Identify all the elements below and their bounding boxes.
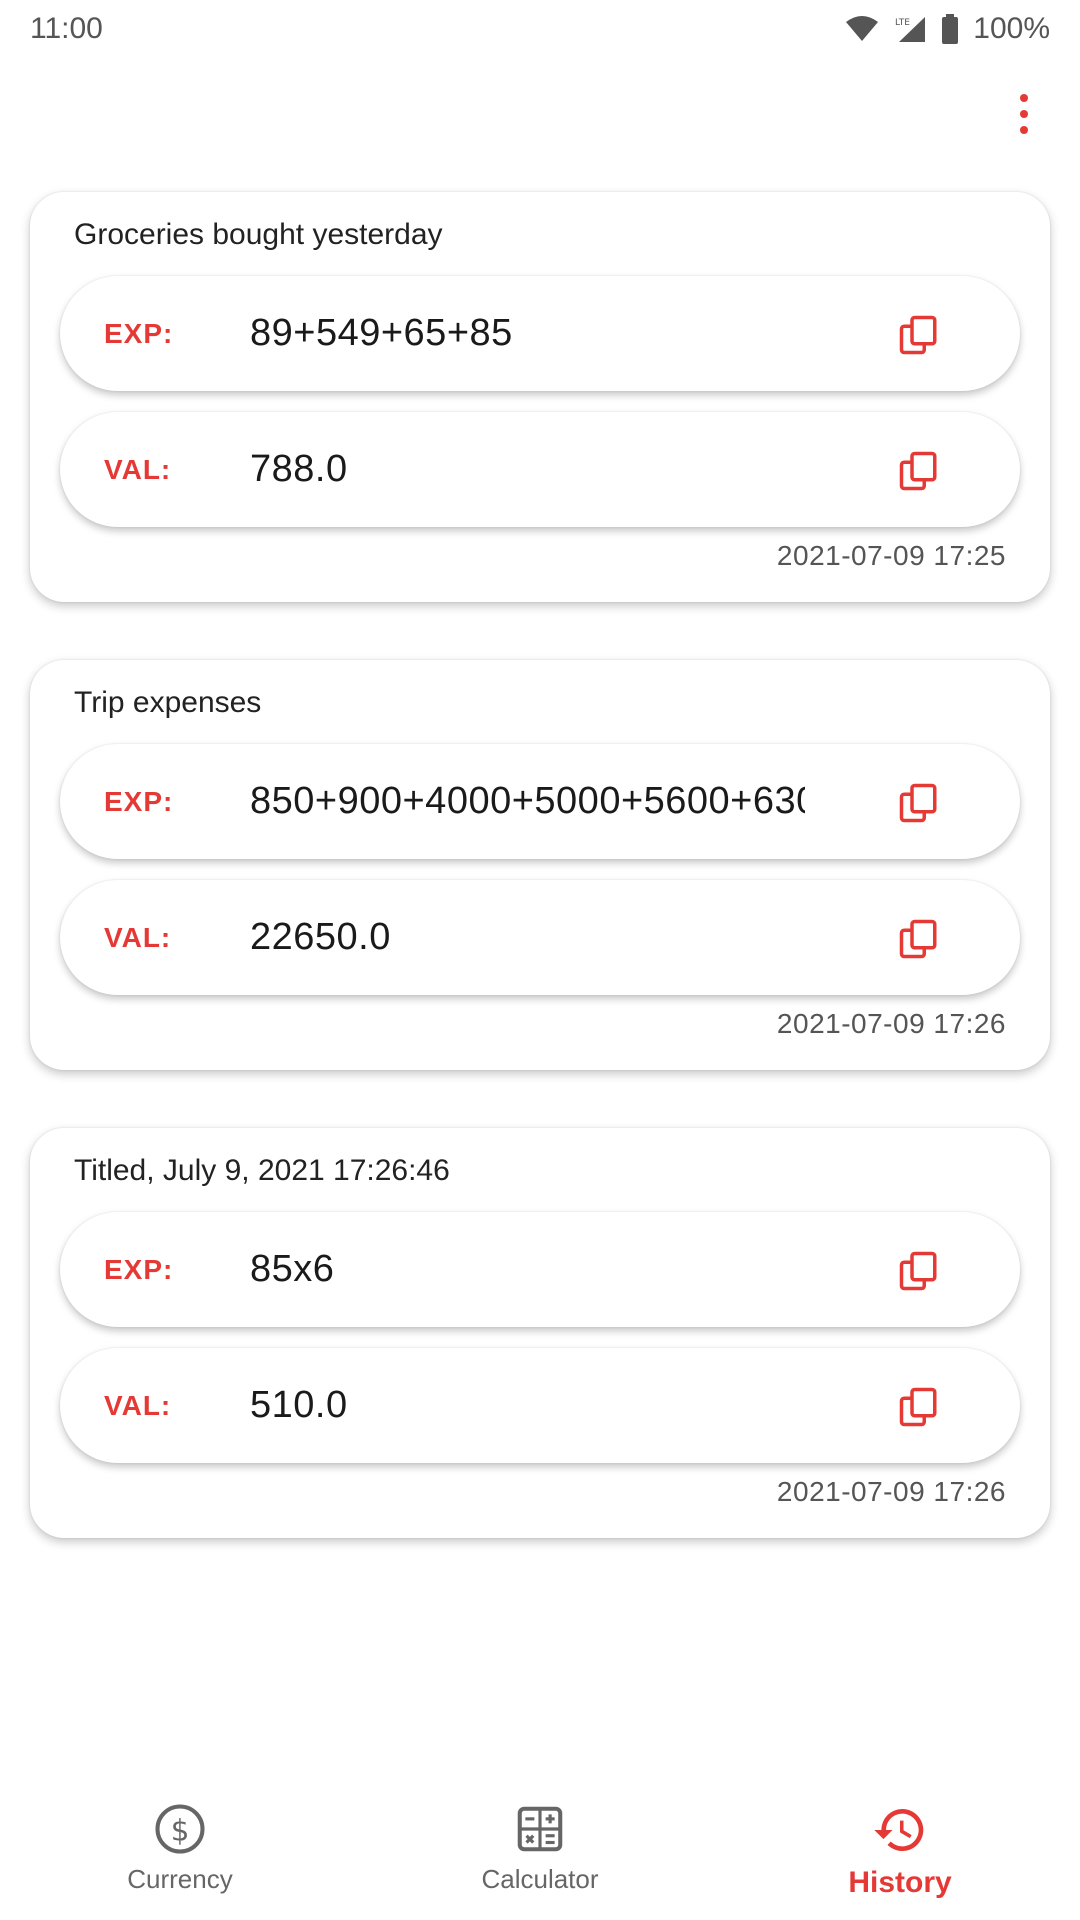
bottom-navigation: $ Currency Calculator History (0, 1790, 1080, 1920)
status-bar: 11:00 LTE 100% (0, 0, 1080, 58)
value-row: VAL: 22650.0 (60, 880, 1020, 995)
status-time: 11:00 (30, 12, 103, 45)
svg-text:LTE: LTE (895, 18, 910, 28)
timestamp: 2021-07-09 17:26 (776, 1008, 1006, 1039)
svg-text:$: $ (171, 1813, 190, 1847)
currency-icon: $ (155, 1804, 205, 1854)
expression-value: 85x6 (250, 1248, 335, 1290)
history-card[interactable]: Titled, July 9, 2021 17:26:46 EXP: 85x6 … (30, 1128, 1050, 1538)
history-icon (874, 1809, 924, 1851)
value-row: VAL: 510.0 (60, 1348, 1020, 1463)
nav-item-history[interactable]: History (720, 1790, 1080, 1920)
screen: 11:00 LTE 100% Groceries bought yesterda… (0, 0, 1080, 1920)
expression-label: EXP: (104, 318, 174, 349)
expression-row: EXP: 85x6 (60, 1212, 1020, 1327)
wifi-icon (846, 16, 879, 41)
value-row: VAL: 788.0 (60, 412, 1020, 527)
battery-icon (942, 14, 959, 44)
card-title: Titled, July 9, 2021 17:26:46 (74, 1154, 450, 1187)
result-value: 22650.0 (250, 916, 391, 958)
status-icons: LTE 100% (845, 12, 1050, 46)
calculator-icon (517, 1806, 563, 1852)
card-title: Groceries bought yesterday (74, 218, 443, 251)
expression-row: EXP: 89+549+65+85 (60, 276, 1020, 391)
value-label: VAL: (104, 1390, 172, 1421)
history-card[interactable]: Groceries bought yesterday EXP: 89+549+6… (30, 192, 1050, 602)
more-options-icon[interactable] (1004, 86, 1044, 142)
card-title: Trip expenses (74, 686, 262, 719)
copy-icon[interactable] (898, 1386, 940, 1428)
nav-item-calculator[interactable]: Calculator (360, 1790, 720, 1920)
copy-icon[interactable] (898, 782, 940, 824)
expression-value: 89+549+65+85 (250, 312, 513, 354)
signal-icon: LTE (895, 17, 926, 42)
battery-percent: 100% (973, 12, 1050, 45)
nav-label-currency: Currency (127, 1864, 233, 1894)
value-label: VAL: (104, 922, 172, 953)
copy-icon[interactable] (898, 1250, 940, 1292)
result-value: 788.0 (250, 448, 348, 490)
expression-value: 850+900+4000+5000+5600+6300 (250, 780, 805, 822)
timestamp: 2021-07-09 17:26 (776, 1476, 1006, 1507)
nav-label-calculator: Calculator (481, 1864, 599, 1894)
timestamp: 2021-07-09 17:25 (776, 540, 1006, 571)
expression-label: EXP: (104, 1254, 174, 1285)
copy-icon[interactable] (898, 918, 940, 960)
expression-label: EXP: (104, 786, 174, 817)
nav-item-currency[interactable]: $ Currency (0, 1790, 360, 1920)
history-card[interactable]: Trip expenses EXP: 850+900+4000+5000+560… (30, 660, 1050, 1070)
value-label: VAL: (104, 454, 172, 485)
nav-label-history: History (848, 1866, 952, 1899)
result-value: 510.0 (250, 1384, 348, 1426)
copy-icon[interactable] (898, 450, 940, 492)
copy-icon[interactable] (898, 314, 940, 356)
expression-row: EXP: 850+900+4000+5000+5600+6300 (60, 744, 1020, 859)
